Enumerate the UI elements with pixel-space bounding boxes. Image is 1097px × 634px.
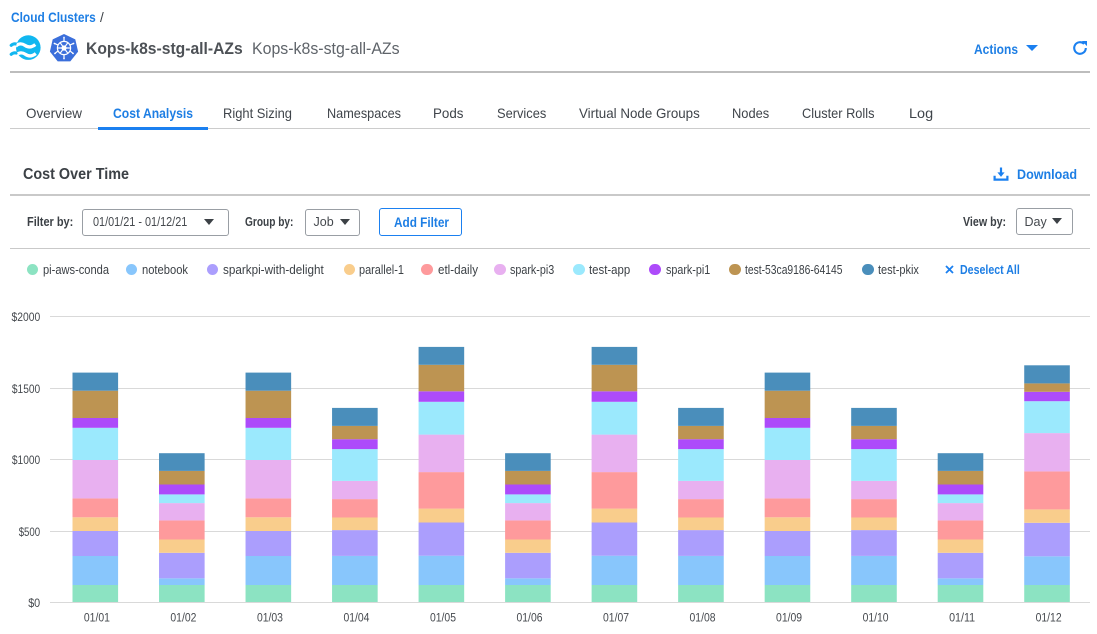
svg-text:01/08: 01/08	[690, 613, 716, 625]
svg-text:$1000: $1000	[12, 455, 40, 467]
svg-text:01/05: 01/05	[430, 613, 456, 625]
svg-text:01/06: 01/06	[517, 613, 543, 625]
svg-text:01/10: 01/10	[863, 613, 889, 625]
svg-text:$500: $500	[19, 527, 41, 539]
svg-text:$0: $0	[28, 598, 40, 610]
svg-text:01/01: 01/01	[84, 613, 110, 625]
svg-text:01/07: 01/07	[603, 613, 629, 625]
svg-text:01/11: 01/11	[949, 613, 975, 625]
svg-text:01/12: 01/12	[1036, 613, 1062, 625]
svg-text:01/03: 01/03	[257, 613, 283, 625]
svg-text:01/09: 01/09	[776, 613, 802, 625]
svg-text:$2000: $2000	[12, 312, 41, 324]
svg-text:01/04: 01/04	[343, 613, 370, 625]
svg-text:01/02: 01/02	[170, 613, 196, 625]
svg-text:$1500: $1500	[12, 384, 40, 396]
